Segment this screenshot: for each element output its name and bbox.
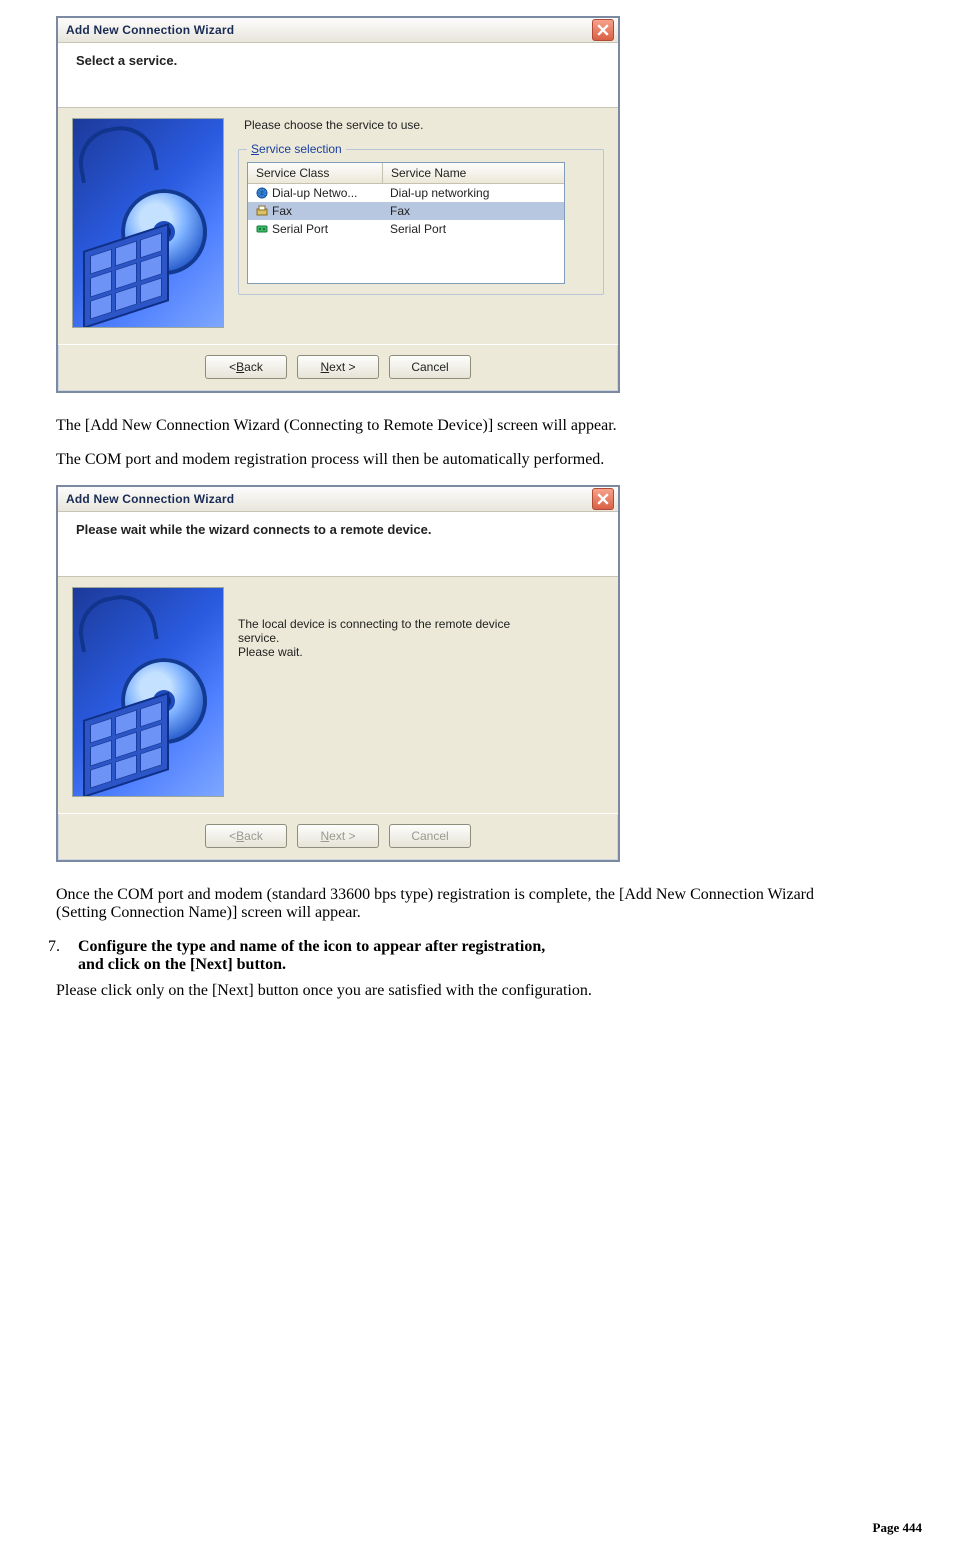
port-icon xyxy=(256,223,268,235)
next-button: Next > xyxy=(297,824,379,848)
titlebar: Add New Connection Wizard xyxy=(58,18,618,43)
step-number: 7. xyxy=(36,938,60,956)
wizard-heading: Select a service. xyxy=(76,53,604,68)
cell-service-name: Fax xyxy=(382,204,564,218)
wizard-dialog-connecting: Add New Connection Wizard Please wait wh… xyxy=(56,485,620,862)
list-item[interactable]: Fax Fax xyxy=(248,202,564,220)
wizard-header: Please wait while the wizard connects to… xyxy=(58,512,618,577)
page-footer: Page 444 xyxy=(24,1520,930,1536)
step-text-line: Configure the type and name of the icon … xyxy=(78,938,545,955)
body-paragraph: Once the COM port and modem (standard 33… xyxy=(56,886,816,922)
wizard-header: Select a service. xyxy=(58,43,618,108)
cell-service-class: Fax xyxy=(272,204,292,218)
column-service-class[interactable]: Service Class xyxy=(248,163,383,183)
service-selection-legend: Service selection xyxy=(247,142,346,156)
cell-service-class: Dial-up Netwo... xyxy=(272,186,357,200)
connecting-text-line: service. xyxy=(238,631,604,645)
back-button[interactable]: < Back xyxy=(205,355,287,379)
service-selection-group: Service selection Service Class Service … xyxy=(238,142,604,295)
connecting-text-line: The local device is connecting to the re… xyxy=(238,617,604,631)
body-paragraph: The [Add New Connection Wizard (Connecti… xyxy=(56,417,816,435)
wizard-right-column: Please choose the service to use. Servic… xyxy=(238,118,604,328)
back-button: < Back xyxy=(205,824,287,848)
window-title: Add New Connection Wizard xyxy=(66,492,592,506)
close-icon[interactable] xyxy=(592,19,614,41)
wizard-right-column: The local device is connecting to the re… xyxy=(238,587,604,797)
listview-header[interactable]: Service Class Service Name xyxy=(248,163,564,184)
wizard-content: Please choose the service to use. Servic… xyxy=(58,108,618,344)
list-item[interactable]: Dial-up Netwo... Dial-up networking xyxy=(248,184,564,202)
wizard-button-row: < Back Next > Cancel xyxy=(58,813,618,860)
cell-service-class: Serial Port xyxy=(272,222,328,236)
wizard-button-row: < Back Next > Cancel xyxy=(58,344,618,391)
service-listview[interactable]: Service Class Service Name Dial-up Netwo… xyxy=(247,162,565,284)
listview-scrollbar[interactable] xyxy=(550,163,564,183)
globe-icon xyxy=(256,187,268,199)
wizard-instruction: Please choose the service to use. xyxy=(244,118,604,132)
wizard-side-graphic xyxy=(72,587,224,797)
body-paragraph: The COM port and modem registration proc… xyxy=(56,451,816,469)
cancel-button: Cancel xyxy=(389,824,471,848)
connecting-text-line: Please wait. xyxy=(238,645,604,659)
wizard-heading: Please wait while the wizard connects to… xyxy=(76,522,604,537)
close-icon[interactable] xyxy=(592,488,614,510)
step-text-line: and click on the [Next] button. xyxy=(78,956,286,973)
column-service-name[interactable]: Service Name xyxy=(383,163,550,183)
wizard-content: The local device is connecting to the re… xyxy=(58,577,618,813)
cancel-button[interactable]: Cancel xyxy=(389,355,471,379)
wizard-dialog-select-service: Add New Connection Wizard Select a servi… xyxy=(56,16,620,393)
window-title: Add New Connection Wizard xyxy=(66,23,592,37)
body-paragraph: Please click only on the [Next] button o… xyxy=(56,982,816,1000)
wizard-side-graphic xyxy=(72,118,224,328)
list-item[interactable]: Serial Port Serial Port xyxy=(248,220,564,238)
next-button[interactable]: Next > xyxy=(297,355,379,379)
step-item: 7. Configure the type and name of the ic… xyxy=(36,938,930,974)
cell-service-name: Serial Port xyxy=(382,222,564,236)
fax-icon xyxy=(256,205,268,217)
cell-service-name: Dial-up networking xyxy=(382,186,564,200)
titlebar: Add New Connection Wizard xyxy=(58,487,618,512)
